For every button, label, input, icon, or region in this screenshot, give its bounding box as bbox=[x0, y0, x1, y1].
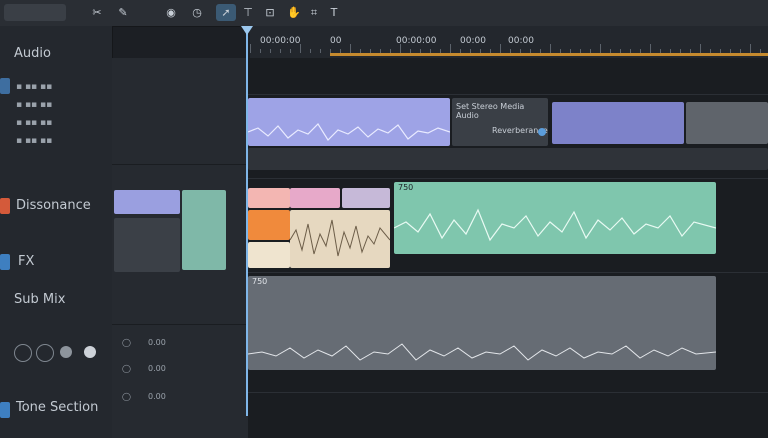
track-header-clip[interactable] bbox=[182, 190, 226, 270]
clock-icon[interactable]: ◷ bbox=[186, 4, 208, 21]
ruler-tick bbox=[270, 49, 271, 53]
audio-clip[interactable] bbox=[290, 210, 390, 268]
audio-clip[interactable]: 750 bbox=[394, 182, 716, 254]
clip-title: Set Stereo Media Audio bbox=[456, 102, 525, 120]
audio-clip[interactable] bbox=[342, 188, 390, 208]
audio-clip[interactable] bbox=[248, 98, 450, 146]
in-out-range-bar[interactable] bbox=[330, 53, 768, 56]
waveform bbox=[394, 208, 716, 242]
hand-tool-icon[interactable]: ✋ bbox=[284, 4, 304, 21]
track-header-value: 0.00 bbox=[148, 392, 166, 401]
param-dot-icon[interactable] bbox=[538, 128, 546, 136]
ruler-timecode: 00:00:00 bbox=[396, 36, 437, 46]
timeline-area[interactable]: Set Stereo Media Audio Reverberance 750 … bbox=[248, 58, 768, 438]
ruler-tick bbox=[320, 49, 321, 53]
solo-button-icon[interactable] bbox=[14, 344, 32, 362]
audio-clip[interactable] bbox=[248, 242, 290, 268]
timeline-ruler[interactable]: 00:00:00 00 00:00:00 00:00 00:00 bbox=[250, 26, 768, 59]
ruler-timecode: 00:00 bbox=[508, 36, 534, 46]
audio-clip[interactable] bbox=[290, 188, 340, 208]
snapshot-icon[interactable]: ◉ bbox=[160, 4, 182, 21]
audio-clip[interactable] bbox=[248, 148, 768, 170]
ruler-timecode: 00:00 bbox=[460, 36, 486, 46]
ruler-tick bbox=[300, 44, 301, 53]
left-panel: Audio ▪ ▪▪ ▪▪ ▪ ▪▪ ▪▪ ▪ ▪▪ ▪▪ ▪ ▪▪ ▪▪ Di… bbox=[0, 26, 113, 438]
ruler-tick bbox=[600, 44, 601, 53]
audio-clip[interactable] bbox=[248, 210, 290, 240]
left-panel-label-audio: Audio bbox=[14, 46, 51, 61]
cut-icon[interactable]: ✂ bbox=[86, 4, 108, 21]
text-tool-icon[interactable]: T bbox=[324, 4, 344, 21]
audio-clip[interactable] bbox=[248, 188, 290, 208]
track-header-icon: ◯ bbox=[122, 338, 131, 347]
track-color-icon bbox=[0, 198, 10, 214]
ruler-tick bbox=[310, 49, 311, 53]
ruler-tick bbox=[500, 44, 501, 53]
track-header-row bbox=[112, 58, 248, 165]
left-panel-label-fx: FX bbox=[18, 254, 35, 269]
ruler-tick bbox=[750, 44, 751, 53]
left-panel-label-tone-section: Tone Section bbox=[16, 400, 99, 415]
ruler-tick bbox=[650, 44, 651, 53]
waveform bbox=[248, 343, 716, 361]
track-header-clip[interactable] bbox=[114, 190, 180, 214]
track-header-icon: ◯ bbox=[122, 392, 131, 401]
razor-tool-icon[interactable]: ⊤ bbox=[238, 4, 258, 21]
ruler-timecode: 00 bbox=[330, 36, 342, 46]
pencil-icon[interactable]: ✎ bbox=[112, 4, 134, 21]
track-lane bbox=[248, 58, 768, 95]
crop-tool-icon[interactable]: ⌗ bbox=[304, 4, 324, 21]
audio-clip[interactable] bbox=[686, 102, 768, 144]
select-tool-icon[interactable]: ➚ bbox=[216, 4, 236, 21]
ruler-tick bbox=[550, 44, 551, 53]
clip-inspector[interactable]: Set Stereo Media Audio Reverberance bbox=[452, 98, 548, 146]
ruler-tick bbox=[260, 49, 261, 53]
mute-button-icon[interactable] bbox=[36, 344, 54, 362]
track-header-row bbox=[112, 284, 248, 325]
ruler-tick bbox=[290, 49, 291, 53]
ruler-tick bbox=[280, 49, 281, 53]
toolbar: ✂ ✎ ◉ ◷ ➚ ⊤ ⊡ ✋ ⌗ T bbox=[0, 0, 768, 27]
playhead-handle-icon[interactable] bbox=[241, 26, 253, 35]
ruler-timecode: 00:00:00 bbox=[260, 36, 301, 46]
record-button-icon[interactable] bbox=[60, 346, 72, 358]
waveform bbox=[248, 123, 450, 141]
clip-title: 750 bbox=[398, 183, 414, 192]
clip-title: 750 bbox=[252, 277, 268, 286]
left-panel-item: ▪ ▪▪ ▪▪ bbox=[16, 136, 53, 146]
ruler-tick bbox=[350, 44, 351, 53]
slip-tool-icon[interactable]: ⊡ bbox=[260, 4, 280, 21]
ruler-tick bbox=[250, 44, 251, 53]
left-panel-label-dissonance: Dissonance bbox=[16, 198, 91, 213]
audio-clip[interactable] bbox=[552, 102, 684, 144]
track-header-value: 0.00 bbox=[148, 338, 166, 347]
left-panel-item: ▪ ▪▪ ▪▪ bbox=[16, 118, 53, 128]
track-color-icon bbox=[0, 254, 10, 270]
monitor-button-icon[interactable] bbox=[84, 346, 96, 358]
track-color-icon bbox=[0, 402, 10, 418]
track-header-value: 0.00 bbox=[148, 364, 166, 373]
ruler-tick bbox=[450, 44, 451, 53]
track-header-panel bbox=[114, 218, 180, 272]
playhead[interactable] bbox=[246, 26, 248, 416]
left-panel-label-sub-mix: Sub Mix bbox=[14, 292, 66, 307]
left-panel-item: ▪ ▪▪ ▪▪ bbox=[16, 82, 53, 92]
waveform bbox=[290, 219, 390, 257]
track-color-icon bbox=[0, 78, 10, 94]
project-menu-button[interactable] bbox=[4, 4, 66, 21]
left-panel-item: ▪ ▪▪ ▪▪ bbox=[16, 100, 53, 110]
track-headers: ◯ 0.00 ◯ 0.00 ◯ 0.00 bbox=[112, 58, 248, 438]
audio-clip[interactable]: 750 bbox=[248, 276, 716, 370]
ruler-tick bbox=[400, 44, 401, 53]
ruler-tick bbox=[700, 44, 701, 53]
track-header-icon: ◯ bbox=[122, 364, 131, 373]
